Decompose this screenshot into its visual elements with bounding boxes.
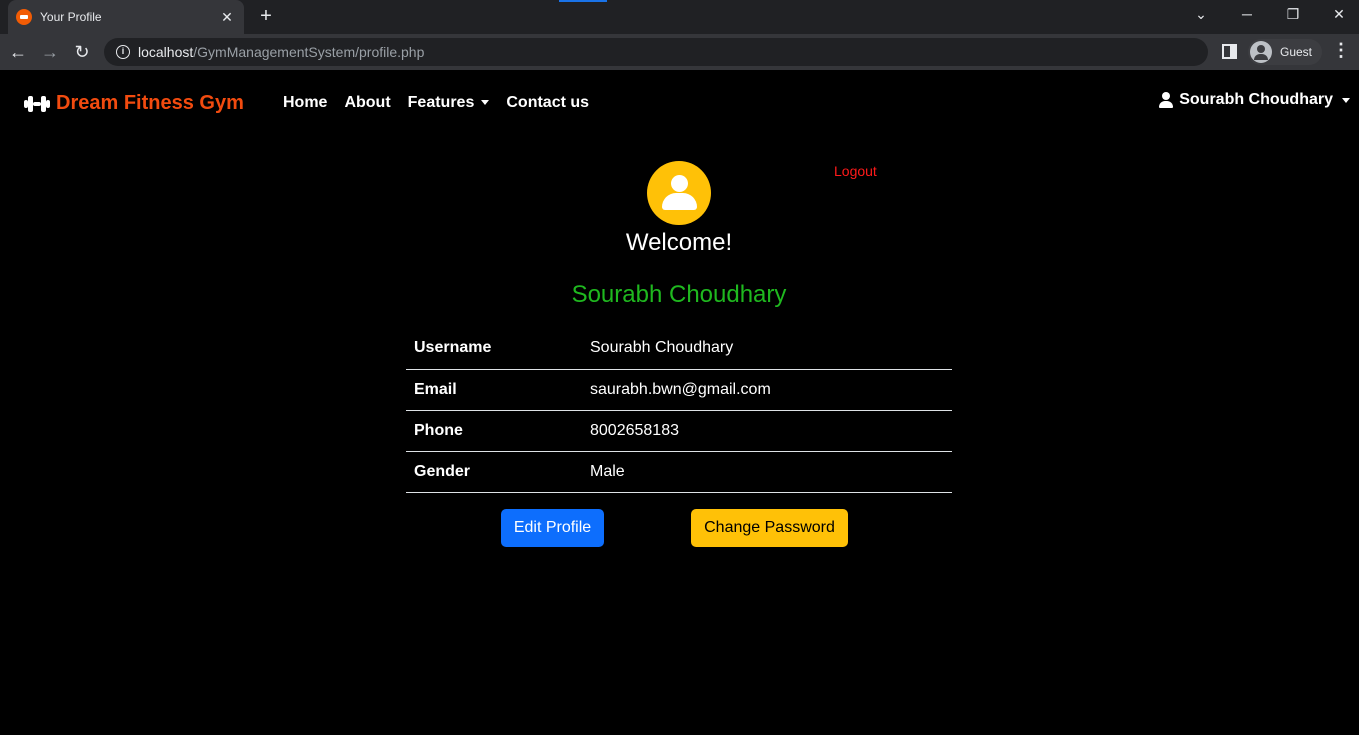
row-key: Gender	[406, 451, 582, 493]
nav-home[interactable]: Home	[283, 94, 327, 112]
profile-label: Guest	[1280, 45, 1313, 59]
brand[interactable]: Dream Fitness Gym	[24, 92, 244, 115]
profile-info-table: Username Sourabh Choudhary Email saurabh…	[406, 328, 952, 493]
user-dropdown[interactable]: Sourabh Choudhary	[1159, 91, 1350, 109]
edit-profile-button[interactable]: Edit Profile	[501, 509, 604, 547]
table-row: Gender Male	[406, 451, 952, 493]
url-host: localhost	[138, 44, 194, 60]
nav-features[interactable]: Features	[408, 94, 490, 112]
close-window-icon[interactable]: ✕	[1324, 6, 1354, 23]
tab-title: Your Profile	[40, 10, 102, 24]
restore-icon[interactable]: ❐	[1278, 6, 1308, 23]
browser-tab-strip: Your Profile ✕ + ⌄ ─ ❐ ✕	[0, 0, 1359, 34]
guest-avatar-icon	[1250, 41, 1272, 63]
row-value: Sourabh Choudhary	[582, 328, 952, 370]
site-info-icon[interactable]: i	[116, 45, 130, 59]
new-tab-button[interactable]: +	[254, 5, 278, 29]
reload-icon[interactable]: ↻	[69, 39, 95, 65]
table-row: Username Sourabh Choudhary	[406, 328, 952, 370]
row-value: Male	[582, 451, 952, 493]
browser-toolbar: ← → ↻ i localhost /GymManagementSystem/p…	[0, 34, 1359, 70]
tab-close-icon[interactable]: ✕	[218, 9, 236, 26]
browser-tab[interactable]: Your Profile ✕	[8, 0, 244, 34]
tab-search-icon[interactable]: ⌄	[1186, 6, 1216, 23]
back-arrow-icon[interactable]: ←	[5, 39, 31, 65]
caret-down-icon	[481, 100, 490, 106]
gym-favicon-icon	[16, 9, 32, 25]
profile-button[interactable]: Guest	[1248, 39, 1323, 65]
nav-about[interactable]: About	[344, 94, 390, 112]
row-value: saurabh.bwn@gmail.com	[582, 369, 952, 411]
site-navbar: Dream Fitness Gym Home About Features Co…	[0, 70, 1359, 136]
logout-link[interactable]: Logout	[834, 163, 877, 179]
row-key: Username	[406, 328, 582, 370]
profile-full-name: Sourabh Choudhary	[571, 281, 787, 308]
tab-indicator	[559, 0, 607, 2]
caret-down-icon	[1342, 97, 1350, 103]
nav-links: Home About Features Contact us	[283, 94, 606, 112]
nav-features-label: Features	[407, 94, 475, 111]
brand-name: Dream Fitness Gym	[56, 92, 244, 114]
row-value: 8002658183	[582, 410, 952, 452]
nav-contact[interactable]: Contact us	[506, 94, 589, 112]
url-path: /GymManagementSystem/profile.php	[193, 44, 425, 60]
row-key: Phone	[406, 410, 582, 452]
forward-arrow-icon[interactable]: →	[37, 39, 63, 65]
browser-menu-icon[interactable]: ⋮	[1332, 40, 1350, 61]
user-name: Sourabh Choudhary	[1179, 91, 1333, 108]
table-row: Email saurabh.bwn@gmail.com	[406, 369, 952, 411]
welcome-heading: Welcome!	[625, 229, 733, 256]
minimize-icon[interactable]: ─	[1232, 6, 1262, 22]
address-bar[interactable]: i localhost /GymManagementSystem/profile…	[104, 38, 1208, 66]
dumbbell-icon	[24, 95, 50, 113]
table-row: Phone 8002658183	[406, 410, 952, 452]
row-key: Email	[406, 369, 582, 411]
user-icon	[1159, 92, 1174, 108]
side-panel-icon[interactable]	[1222, 44, 1237, 59]
change-password-button[interactable]: Change Password	[691, 509, 848, 547]
profile-avatar-icon	[647, 161, 711, 225]
